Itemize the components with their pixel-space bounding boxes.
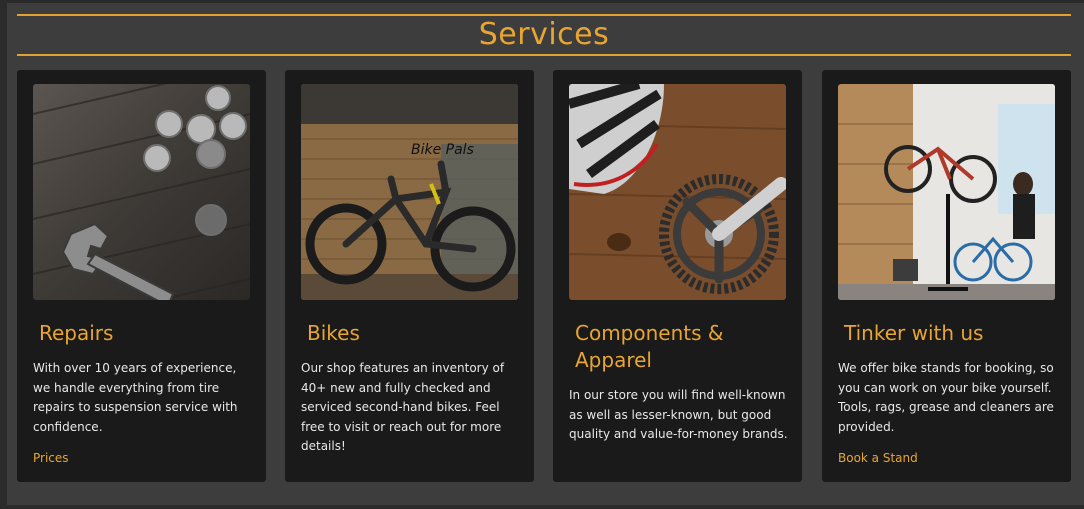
helmet-and-crankset-photo: [569, 84, 786, 300]
components-image: [569, 84, 786, 300]
mountain-bike-photo: Bike Pals: [301, 84, 518, 300]
card-description: We offer bike stands for booking, so you…: [838, 361, 1054, 434]
service-card-bikes: Bike Pals Bikes Our shop features an inv…: [285, 70, 534, 482]
service-card-repairs: Repairs With over 10 years of experience…: [17, 70, 266, 482]
card-description: With over 10 years of experience, we han…: [33, 361, 238, 434]
card-title: Repairs: [39, 321, 114, 345]
card-description: In our store you will find well-known as…: [569, 388, 788, 441]
left-edge: [0, 0, 7, 509]
card-title: Tinker with us: [844, 321, 984, 345]
book-a-stand-link[interactable]: Book a Stand: [838, 451, 918, 465]
section-header: Services: [17, 14, 1071, 56]
tinker-image: [838, 84, 1055, 300]
bikes-image: Bike Pals: [301, 84, 518, 300]
section-title: Services: [478, 17, 610, 52]
card-title: Bikes: [307, 321, 360, 345]
workshop-stands-photo: [838, 84, 1055, 300]
bike-pals-sign: Bike Pals: [411, 142, 474, 158]
card-title: Components & Apparel: [575, 321, 724, 372]
repairs-image: [33, 84, 250, 300]
wrench-and-coins-photo: [33, 84, 250, 300]
bottom-strip: [0, 505, 1084, 509]
card-description: Our shop features an inventory of 40+ ne…: [301, 361, 505, 453]
top-strip: [0, 0, 1084, 3]
prices-link[interactable]: Prices: [33, 451, 69, 465]
service-card-tinker: Tinker with us We offer bike stands for …: [822, 70, 1071, 482]
service-card-components: Components & Apparel In our store you wi…: [553, 70, 802, 482]
